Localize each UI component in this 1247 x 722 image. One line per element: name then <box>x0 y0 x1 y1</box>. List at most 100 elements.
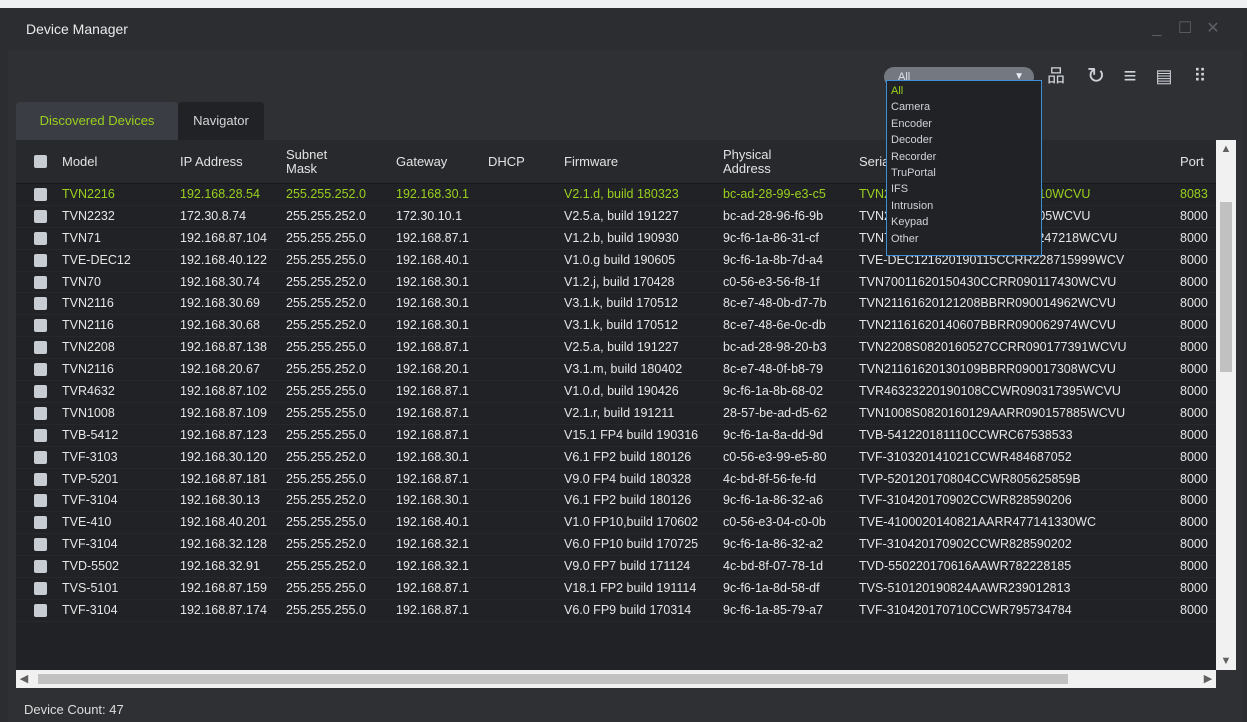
tab-navigator[interactable]: Navigator <box>178 102 264 140</box>
cell-ip: 192.168.87.109 <box>180 405 267 420</box>
col-physical-address[interactable]: Physical Address <box>723 140 813 184</box>
dropdown-option[interactable]: Intrusion <box>891 198 1037 214</box>
row-checkbox[interactable] <box>34 538 47 552</box>
cell-subnet: 255.255.252.0 <box>286 318 366 333</box>
dropdown-option[interactable]: Encoder <box>891 116 1037 132</box>
row-checkbox[interactable] <box>34 231 47 245</box>
row-checkbox[interactable] <box>34 209 47 223</box>
scroll-up-icon[interactable]: ▲ <box>1216 140 1236 158</box>
cell-mac: bc-ad-28-99-e3-c5 <box>723 187 826 201</box>
dropdown-option[interactable]: Decoder <box>891 132 1037 148</box>
table-row[interactable]: TVR4632 192.168.87.102 255.255.255.0 192.16… <box>16 381 1216 403</box>
cell-serial: TVN21161620130109BBRR090017308WCVU <box>859 362 1116 377</box>
cell-mac: 9c-f6-1a-86-32-a2 <box>723 537 824 552</box>
table-row[interactable]: TVB-5412 192.168.87.123 255.255.255.0 192.1… <box>16 425 1216 447</box>
table-row[interactable]: TVN2208 192.168.87.138 255.255.255.0 192.16… <box>16 337 1216 360</box>
table-row[interactable]: TVN2116 192.168.20.67 255.255.252.0 192.168… <box>16 359 1216 382</box>
col-ip-address[interactable]: IP Address <box>180 140 250 184</box>
horizontal-scroll-thumb[interactable] <box>38 674 1068 684</box>
network-tree-icon[interactable]: 品 <box>1042 62 1070 90</box>
dropdown-option[interactable]: TruPortal <box>891 165 1037 181</box>
col-model[interactable]: Model <box>62 140 172 184</box>
col-firmware[interactable]: Firmware <box>564 140 684 184</box>
cell-gateway: 192.168.40.1 <box>396 515 469 530</box>
table-row[interactable]: TVN2116 192.168.30.69 255.255.252.0 192.168… <box>16 293 1216 316</box>
cell-mac: bc-ad-28-96-f6-9b <box>723 208 824 223</box>
cell-gateway: 192.168.87.1 <box>396 405 469 420</box>
add-list-icon[interactable]: ≡ <box>1116 62 1144 90</box>
dropdown-option[interactable]: IFS <box>891 181 1037 197</box>
table-row[interactable]: TVS-5101 192.168.87.159 255.255.255.0 192.1… <box>16 578 1216 600</box>
scroll-left-icon[interactable]: ◀ <box>16 670 32 688</box>
row-checkbox[interactable] <box>34 297 47 311</box>
cell-serial: TVN1008S0820160129AARR090157885WCVU <box>859 405 1126 420</box>
row-checkbox[interactable] <box>34 560 47 574</box>
table-row[interactable]: TVP-5201 192.168.87.181 255.255.255.0 192.1… <box>16 469 1216 491</box>
row-checkbox[interactable] <box>34 603 47 617</box>
cell-serial: TVF-310320141021CCWR484687052 <box>859 449 1072 464</box>
cell-dhcp <box>488 337 558 359</box>
vertical-scrollbar[interactable]: ▲ ▼ <box>1216 140 1236 670</box>
dropdown-option[interactable]: Camera <box>891 99 1037 115</box>
table-row[interactable]: TVF-3104 192.168.32.128 255.255.252.0 192.1… <box>16 534 1216 557</box>
row-checkbox[interactable] <box>34 385 47 399</box>
document-icon[interactable]: ▤ <box>1150 62 1178 90</box>
table-row[interactable]: TVD-5502 192.168.32.91 255.255.252.0 192.16… <box>16 556 1216 579</box>
row-checkbox[interactable] <box>34 275 47 289</box>
scroll-down-icon[interactable]: ▼ <box>1216 652 1236 670</box>
row-checkbox[interactable] <box>34 450 47 464</box>
cell-port: 8083 <box>1180 187 1208 201</box>
cell-model: TVD-5502 <box>62 559 119 574</box>
row-checkbox[interactable] <box>34 428 47 442</box>
col-port[interactable]: Port <box>1180 140 1216 184</box>
maximize-icon[interactable]: ☐ <box>1174 18 1196 40</box>
dropdown-option[interactable]: All <box>891 83 1037 99</box>
table-row[interactable]: TVF-3103 192.168.30.120 255.255.252.0 192.1… <box>16 447 1216 469</box>
row-checkbox[interactable] <box>34 516 47 530</box>
cell-mac: bc-ad-28-98-20-b3 <box>723 340 827 355</box>
table-row[interactable]: TVE-410 192.168.40.201 255.255.255.0 192.16… <box>16 512 1216 535</box>
cell-dhcp <box>488 447 558 469</box>
table-row[interactable]: TVF-3104 192.168.87.174 255.255.255.0 192.1… <box>16 600 1216 622</box>
horizontal-scrollbar[interactable]: ◀ ▶ <box>16 670 1216 688</box>
row-checkbox[interactable] <box>34 341 47 355</box>
table-row[interactable]: TVF-3104 192.168.30.13 255.255.252.0 192.16… <box>16 490 1216 513</box>
refresh-icon[interactable]: ↻ <box>1082 62 1110 90</box>
vertical-scroll-thumb[interactable] <box>1220 202 1232 372</box>
close-icon[interactable]: ✕ <box>1202 18 1224 40</box>
col-subnet-mask[interactable]: Subnet Mask <box>286 140 356 184</box>
row-checkbox[interactable] <box>34 319 47 333</box>
cell-subnet: 255.255.252.0 <box>286 493 366 508</box>
table-row[interactable]: TVN70 192.168.30.74 255.255.252.0 192.168.3… <box>16 272 1216 294</box>
row-checkbox[interactable] <box>34 472 47 486</box>
row-checkbox[interactable] <box>34 188 47 201</box>
col-dhcp[interactable]: DHCP <box>488 140 548 184</box>
minimize-icon[interactable]: _ <box>1146 18 1168 40</box>
table-row[interactable]: TVN2116 192.168.30.68 255.255.252.0 192.168… <box>16 315 1216 338</box>
cell-firmware: V2.5.a, build 191227 <box>564 208 679 223</box>
cell-gateway: 192.168.30.1 <box>396 449 469 464</box>
row-checkbox[interactable] <box>34 406 47 420</box>
dropdown-option[interactable]: Recorder <box>891 149 1037 165</box>
cell-port: 8000 <box>1180 449 1208 464</box>
cell-gateway: 192.168.40.1 <box>396 252 469 267</box>
cell-firmware: V1.0 FP10,build 170602 <box>564 515 699 530</box>
select-all-checkbox[interactable] <box>34 155 47 168</box>
cell-model: TVS-5101 <box>62 581 119 596</box>
device-count: Device Count: 47 <box>24 702 124 717</box>
table-row[interactable]: TVN1008 192.168.87.109 255.255.255.0 192.16… <box>16 403 1216 425</box>
dropdown-option[interactable]: Keypad <box>891 214 1037 230</box>
cell-firmware: V1.0.d, build 190426 <box>564 384 679 399</box>
col-gateway[interactable]: Gateway <box>396 140 476 184</box>
tab-discovered-devices[interactable]: Discovered Devices <box>16 102 178 140</box>
cell-mac: 4c-bd-8f-07-78-1d <box>723 559 824 574</box>
row-checkbox[interactable] <box>34 253 47 267</box>
scroll-right-icon[interactable]: ▶ <box>1200 670 1216 688</box>
dropdown-option[interactable]: Other <box>891 231 1037 247</box>
cell-port: 8000 <box>1180 515 1208 530</box>
row-checkbox[interactable] <box>34 363 47 377</box>
cell-subnet: 255.255.255.0 <box>286 471 366 486</box>
row-checkbox[interactable] <box>34 494 47 508</box>
grid-menu-icon[interactable]: ⠿ <box>1186 62 1214 90</box>
row-checkbox[interactable] <box>34 582 47 596</box>
